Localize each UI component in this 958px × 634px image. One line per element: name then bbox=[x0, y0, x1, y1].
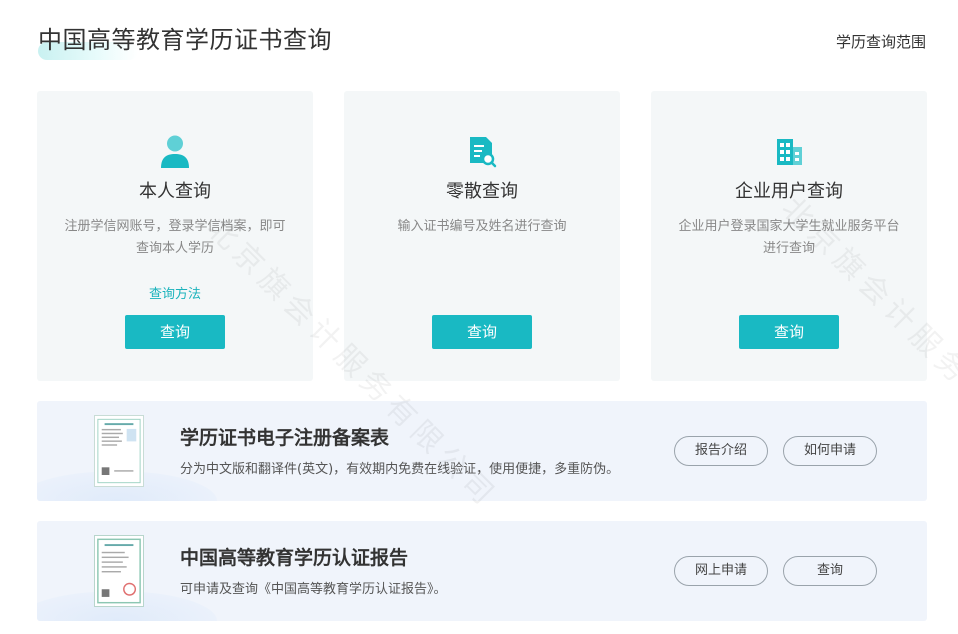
card-enterprise-query: 企业用户查询 企业用户登录国家大学生就业服务平台进行查询 查询 bbox=[651, 91, 927, 381]
card-title: 零散查询 bbox=[446, 181, 518, 202]
banner-description: 可申请及查询《中国高等教育学历认证报告》。 bbox=[180, 582, 447, 597]
report-intro-button[interactable]: 报告介绍 bbox=[674, 436, 768, 466]
online-apply-button[interactable]: 网上申请 bbox=[674, 556, 768, 586]
report-query-button[interactable]: 查询 bbox=[783, 556, 877, 586]
scattered-query-button[interactable]: 查询 bbox=[432, 315, 532, 349]
card-description: 注册学信网账号，登录学信档案，即可查询本人学历 bbox=[64, 219, 286, 256]
card-description: 输入证书编号及姓名进行查询 bbox=[397, 219, 567, 234]
card-description: 企业用户登录国家大学生就业服务平台进行查询 bbox=[678, 219, 900, 256]
banner-description: 分为中文版和翻译件(英文)，有效期内免费在线验证，使用便捷，多重防伪。 bbox=[180, 462, 620, 477]
building-icon bbox=[777, 139, 802, 165]
banner-certification-report: 中国高等教育学历认证报告 可申请及查询《中国高等教育学历认证报告》。 网上申请 … bbox=[37, 521, 927, 621]
certification-report-thumbnail bbox=[94, 535, 144, 607]
query-cards: 本人查询 注册学信网账号，登录学信档案，即可查询本人学历 查询方法 查询 零散查… bbox=[37, 91, 927, 381]
card-title: 企业用户查询 bbox=[735, 181, 843, 202]
education-scope-link[interactable]: 学历查询范围 bbox=[836, 31, 926, 52]
title-wrap: 中国高等教育学历证书查询 bbox=[38, 20, 332, 55]
person-icon bbox=[161, 135, 189, 168]
document-search-icon bbox=[470, 137, 497, 168]
registration-form-thumbnail bbox=[94, 415, 144, 487]
query-method-link[interactable]: 查询方法 bbox=[37, 283, 313, 302]
enterprise-query-button[interactable]: 查询 bbox=[739, 315, 839, 349]
banner-registration-form: 学历证书电子注册备案表 分为中文版和翻译件(英文)，有效期内免费在线验证，使用便… bbox=[37, 401, 927, 501]
banner-title: 学历证书电子注册备案表 bbox=[180, 427, 390, 449]
banner-title: 中国高等教育学历认证报告 bbox=[180, 547, 409, 569]
page-title: 中国高等教育学历证书查询 bbox=[38, 26, 332, 54]
card-self-query: 本人查询 注册学信网账号，登录学信档案，即可查询本人学历 查询方法 查询 bbox=[37, 91, 313, 381]
page-header: 中国高等教育学历证书查询 学历查询范围 bbox=[0, 0, 958, 70]
card-scattered-query: 零散查询 输入证书编号及姓名进行查询 查询 bbox=[344, 91, 620, 381]
card-title: 本人查询 bbox=[139, 181, 211, 202]
how-to-apply-button[interactable]: 如何申请 bbox=[783, 436, 877, 466]
self-query-button[interactable]: 查询 bbox=[125, 315, 225, 349]
